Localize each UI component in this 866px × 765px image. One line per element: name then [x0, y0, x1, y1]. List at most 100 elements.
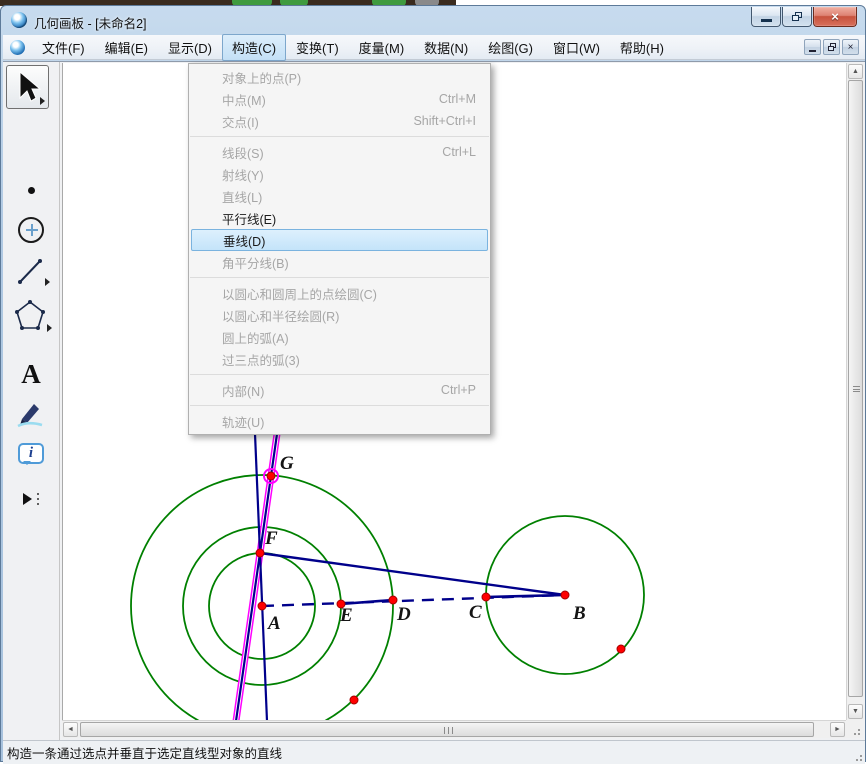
scrollbar-corner	[846, 720, 863, 738]
menu-edit[interactable]: 编辑(E)	[95, 34, 158, 61]
text-tool-icon: A	[21, 358, 41, 389]
marker-tool[interactable]	[3, 396, 59, 430]
point-d[interactable]	[388, 595, 398, 605]
menu-graph[interactable]: 绘图(G)	[478, 34, 543, 61]
menu-item-line[interactable]: 直线(L)	[189, 185, 490, 207]
mdi-close-button[interactable]: ×	[842, 39, 859, 55]
menu-data[interactable]: 数据(N)	[414, 34, 478, 61]
flyout-arrow-icon	[40, 97, 45, 105]
point-g[interactable]	[266, 471, 276, 481]
menu-item-ray[interactable]: 射线(Y)	[189, 163, 490, 185]
menu-window[interactable]: 窗口(W)	[543, 34, 610, 61]
segment-icon	[18, 259, 42, 284]
mdi-minimize-icon	[809, 49, 816, 52]
vertical-scrollbar[interactable]: ▲ ▼	[846, 63, 863, 720]
menu-item-locus[interactable]: 轨迹(U)	[189, 410, 490, 432]
scroll-down-icon: ▼	[852, 708, 859, 715]
mdi-restore-icon	[827, 43, 836, 51]
menu-item-intersection[interactable]: 交点(I) Shift+Ctrl+I	[189, 110, 490, 132]
custom-tool[interactable]	[3, 484, 59, 514]
scrollbar-grip-icon	[442, 726, 454, 734]
menu-separator	[190, 136, 489, 137]
compass-tool[interactable]	[3, 214, 59, 246]
scroll-up-icon: ▲	[852, 68, 859, 75]
scroll-right-button[interactable]: ►	[830, 722, 845, 737]
scrollbar-grip-icon	[852, 385, 860, 394]
label-c[interactable]: C	[469, 602, 482, 623]
menu-item-midpoint[interactable]: 中点(M) Ctrl+M	[189, 88, 490, 110]
text-tool[interactable]: A	[3, 358, 59, 390]
document-icon[interactable]	[10, 39, 25, 55]
minimize-icon	[760, 19, 772, 22]
label-f[interactable]: F	[264, 528, 278, 549]
circle-icon	[18, 217, 44, 243]
close-icon: ×	[831, 9, 839, 24]
menu-measure[interactable]: 度量(M)	[349, 34, 415, 61]
scroll-right-icon: ►	[834, 726, 841, 733]
statusbar: 构造一条通过选点并垂直于选定直线型对象的直线	[3, 740, 865, 764]
label-a[interactable]: A	[267, 613, 281, 634]
horizontal-scrollbar-thumb[interactable]	[80, 722, 814, 737]
close-button[interactable]: ×	[813, 7, 857, 27]
flyout-arrow-icon	[45, 278, 50, 286]
vertical-scrollbar-thumb[interactable]	[848, 80, 863, 697]
menu-item-circle-by-center-radius[interactable]: 以圆心和半径绘圆(R)	[189, 304, 490, 326]
resize-grip-icon[interactable]	[851, 741, 865, 765]
point-on-outer-circle[interactable]	[349, 695, 359, 705]
app-icon	[11, 12, 27, 28]
status-text: 构造一条通过选点并垂直于选定直线型对象的直线	[7, 747, 283, 761]
restore-button[interactable]	[782, 7, 812, 27]
horizontal-scrollbar[interactable]: ◄ ►	[62, 720, 846, 738]
segment-cb[interactable]	[485, 593, 566, 599]
menubar: 文件(F) 编辑(E) 显示(D) 构造(C) 变换(T) 度量(M) 数据(N…	[3, 33, 865, 61]
menu-transform[interactable]: 变换(T)	[286, 34, 349, 61]
scroll-left-icon: ◄	[67, 726, 74, 733]
info-bubble-icon: i	[18, 442, 44, 465]
menu-item-perpendicular-line[interactable]: 垂线(D)	[191, 229, 488, 251]
straightedge-tool[interactable]	[3, 256, 59, 288]
custom-tool-dots-icon	[36, 492, 40, 507]
point-c[interactable]	[481, 592, 491, 602]
menu-help[interactable]: 帮助(H)	[610, 34, 674, 61]
menu-item-arc-through-3-points[interactable]: 过三点的弧(3)	[189, 348, 490, 370]
label-g[interactable]: G	[280, 453, 294, 474]
toolbox: A i	[3, 62, 60, 740]
construct-menu-popup: 对象上的点(P) 中点(M) Ctrl+M 交点(I) Shift+Ctrl+I 线…	[188, 63, 491, 435]
marker-icon	[17, 404, 43, 428]
menu-item-parallel-line[interactable]: 平行线(E)	[189, 207, 490, 229]
scroll-left-button[interactable]: ◄	[63, 722, 78, 737]
titlebar[interactable]: 几何画板 - [未命名2] ×	[1, 6, 865, 33]
point-on-circle-b[interactable]	[616, 644, 626, 654]
selection-arrow-tool[interactable]	[6, 65, 49, 109]
point-icon	[27, 186, 35, 194]
segment-fb[interactable]	[259, 551, 566, 597]
menu-separator	[190, 374, 489, 375]
restore-icon	[792, 12, 802, 21]
menu-display[interactable]: 显示(D)	[158, 34, 222, 61]
point-f[interactable]	[255, 548, 265, 558]
menu-file[interactable]: 文件(F)	[32, 34, 95, 61]
menu-item-interior[interactable]: 内部(N) Ctrl+P	[189, 379, 490, 401]
menu-item-segment[interactable]: 线段(S) Ctrl+L	[189, 141, 490, 163]
label-d[interactable]: D	[396, 604, 411, 625]
scroll-up-button[interactable]: ▲	[848, 64, 863, 79]
menu-item-angle-bisector[interactable]: 角平分线(B)	[189, 251, 490, 273]
menu-item-circle-by-center-point[interactable]: 以圆心和圆周上的点绘圆(C)	[189, 282, 490, 304]
information-tool[interactable]: i	[3, 436, 59, 470]
minimize-button[interactable]	[751, 7, 781, 27]
label-e[interactable]: E	[339, 605, 353, 626]
label-b[interactable]: B	[572, 603, 586, 624]
menu-construct[interactable]: 构造(C)	[222, 33, 287, 61]
menu-item-point-on-object[interactable]: 对象上的点(P)	[189, 66, 490, 88]
point-b[interactable]	[560, 590, 570, 600]
menu-separator	[190, 277, 489, 278]
custom-tool-icon	[22, 493, 32, 505]
mdi-close-icon: ×	[847, 41, 854, 53]
app-window: 几何画板 - [未命名2] × 文件(F) 编辑(E) 显示(D) 构造(C) …	[0, 5, 866, 764]
window-title: 几何画板 - [未命名2]	[34, 17, 147, 31]
menu-item-arc-on-circle[interactable]: 圆上的弧(A)	[189, 326, 490, 348]
point-a[interactable]	[257, 601, 267, 611]
mdi-minimize-button[interactable]	[804, 39, 821, 55]
scroll-down-button[interactable]: ▼	[848, 704, 863, 719]
mdi-restore-button[interactable]	[823, 39, 840, 55]
